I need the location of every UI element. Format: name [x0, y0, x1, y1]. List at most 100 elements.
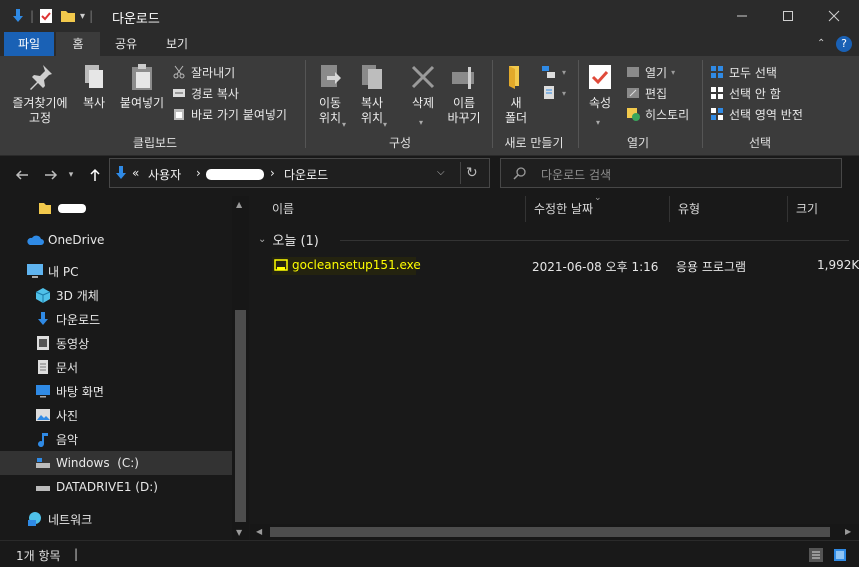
open-icon: [627, 67, 639, 77]
file-list-scrollbar[interactable]: ◀ ▶: [250, 524, 859, 540]
close-button[interactable]: [811, 0, 857, 32]
paste-button[interactable]: 붙여넣기: [116, 62, 168, 111]
search-box[interactable]: 다운로드 검색: [500, 158, 842, 188]
forward-button[interactable]: [40, 164, 62, 186]
address-bar[interactable]: « 사용자 › neongsan › 다운로드 ⌵ ↻: [109, 158, 490, 188]
nav-item-onedrive[interactable]: OneDrive: [0, 228, 232, 252]
search-icon: [513, 166, 527, 183]
download-arrow-icon[interactable]: [10, 8, 26, 24]
new-item-button[interactable]: ▾: [541, 62, 566, 82]
refresh-icon[interactable]: ↻: [466, 165, 478, 181]
new-folder-quick-icon[interactable]: [60, 8, 76, 24]
group-label-select: 선택: [748, 136, 772, 150]
nav-item-desktop[interactable]: 바탕 화면: [0, 379, 232, 403]
nav-item-pictures[interactable]: 사진: [0, 403, 232, 427]
group-label-clipboard: 클립보드: [132, 136, 178, 150]
copy-to-icon: [362, 65, 382, 89]
nav-label: 사진: [56, 408, 79, 423]
network-icon: [26, 510, 44, 528]
document-icon: [34, 358, 52, 376]
tab-share[interactable]: 공유: [104, 32, 148, 56]
scroll-right-icon[interactable]: ▶: [845, 527, 851, 536]
back-button[interactable]: [11, 164, 33, 186]
address-dropdown-icon[interactable]: ⌵: [437, 167, 445, 178]
recent-locations-icon[interactable]: ▾: [64, 164, 78, 186]
nav-item-documents[interactable]: 문서: [0, 355, 232, 379]
nav-item-3d-objects[interactable]: 3D 개체: [0, 283, 232, 307]
quick-access-toolbar: | ▾ |: [10, 6, 97, 26]
edit-button[interactable]: 편집: [626, 83, 667, 103]
invert-selection-button[interactable]: 선택 영역 반전: [710, 104, 803, 124]
paste-shortcut-icon: [174, 109, 184, 120]
delete-dropdown-icon[interactable]: ▾: [419, 118, 423, 127]
nav-item-videos[interactable]: 동영상: [0, 331, 232, 355]
paste-shortcut-button[interactable]: 바로 가기 붙여넣기: [172, 104, 287, 124]
breadcrumb-separator-icon: ›: [270, 166, 275, 180]
select-none-button[interactable]: 선택 안 함: [710, 83, 781, 103]
scroll-left-icon[interactable]: ◀: [256, 527, 262, 536]
cut-button[interactable]: 잘라내기: [172, 62, 235, 82]
tab-file[interactable]: 파일: [4, 32, 54, 56]
table-row[interactable]: gocleansetup151.exe 2021-06-08 오후 1:16 응…: [272, 254, 859, 278]
customize-quick-access-icon[interactable]: ▾: [80, 11, 85, 22]
nav-item-data-drive[interactable]: DATADRIVE1 (D:): [0, 475, 232, 499]
delete-button[interactable]: 삭제: [405, 62, 441, 111]
tab-view[interactable]: 보기: [152, 32, 202, 56]
breadcrumb-downloads[interactable]: 다운로드: [284, 166, 328, 183]
scrollbar-thumb[interactable]: [235, 310, 246, 522]
column-header-type[interactable]: 유형: [670, 196, 788, 222]
group-header-today[interactable]: ⌄ 오늘 (1): [258, 230, 319, 249]
redaction-mark: [206, 169, 264, 180]
group-label-organize: 구성: [388, 136, 412, 150]
copy-button[interactable]: 복사: [76, 62, 112, 111]
minimize-button[interactable]: [719, 0, 765, 32]
forward-arrow-icon: [45, 170, 58, 180]
help-icon[interactable]: ?: [836, 36, 852, 52]
column-header-size[interactable]: 크기: [788, 196, 859, 222]
breadcrumb-overflow[interactable]: «: [132, 166, 139, 180]
move-to-dropdown-icon[interactable]: ▾: [342, 120, 346, 129]
new-folder-button[interactable]: 새 폴더: [500, 62, 532, 126]
up-button[interactable]: [84, 164, 106, 186]
nav-item-this-pc[interactable]: 내 PC: [0, 259, 232, 283]
scroll-up-icon[interactable]: ▲: [236, 200, 242, 209]
back-arrow-icon: [15, 170, 28, 180]
sort-indicator-icon: ⌄: [594, 193, 602, 203]
pin-to-quick-access-button[interactable]: 즐겨찾기에 고정: [8, 62, 72, 126]
tab-home[interactable]: 홈: [56, 32, 100, 56]
select-all-button[interactable]: 모두 선택: [710, 62, 777, 82]
collapse-ribbon-icon[interactable]: ⌃: [817, 38, 825, 49]
history-button[interactable]: 히스토리: [626, 104, 689, 124]
column-header-name[interactable]: 이름: [264, 196, 526, 222]
move-to-button[interactable]: 이동 위치: [312, 62, 348, 126]
copy-path-button[interactable]: 경로 복사: [172, 83, 239, 103]
properties-button[interactable]: 속성: [584, 62, 616, 111]
details-view-button[interactable]: [807, 546, 825, 564]
large-icons-view-button[interactable]: [831, 546, 849, 564]
nav-item-network[interactable]: 네트워크: [0, 507, 232, 531]
rename-button[interactable]: 이름 바꾸기: [444, 62, 484, 126]
nav-label: 음악: [56, 432, 79, 447]
properties-dropdown-icon[interactable]: ▾: [596, 118, 600, 127]
new-folder-icon: [509, 66, 519, 89]
nav-item-downloads[interactable]: 다운로드: [0, 307, 232, 331]
cube-icon: [34, 286, 52, 304]
copy-to-dropdown-icon[interactable]: ▾: [383, 120, 387, 129]
redaction-mark: [58, 203, 86, 213]
easy-access-button[interactable]: ▾: [541, 83, 566, 103]
copy-to-button[interactable]: 복사 위치: [354, 62, 390, 126]
navigation-scrollbar[interactable]: ▲ ▼: [232, 196, 249, 540]
nav-item-music[interactable]: 음악: [0, 427, 232, 451]
delete-icon: [411, 65, 435, 89]
scrollbar-thumb[interactable]: [270, 527, 830, 537]
nav-item-quick-folder[interactable]: [0, 196, 232, 220]
maximize-button[interactable]: [765, 0, 811, 32]
navigation-pane: OneDrive 내 PC 3D 개체 다운로드 동영상 문서 바탕 화면 사진…: [0, 196, 250, 540]
nav-item-windows-drive[interactable]: Windows (C:): [0, 451, 232, 475]
properties-quick-icon[interactable]: [38, 8, 54, 24]
paste-label: 붙여넣기: [119, 96, 165, 110]
file-name[interactable]: gocleansetup151.exe: [292, 258, 421, 272]
breadcrumb-users[interactable]: 사용자: [148, 166, 181, 183]
open-button[interactable]: 열기 ▾: [626, 62, 675, 82]
scroll-down-icon[interactable]: ▼: [236, 528, 242, 537]
